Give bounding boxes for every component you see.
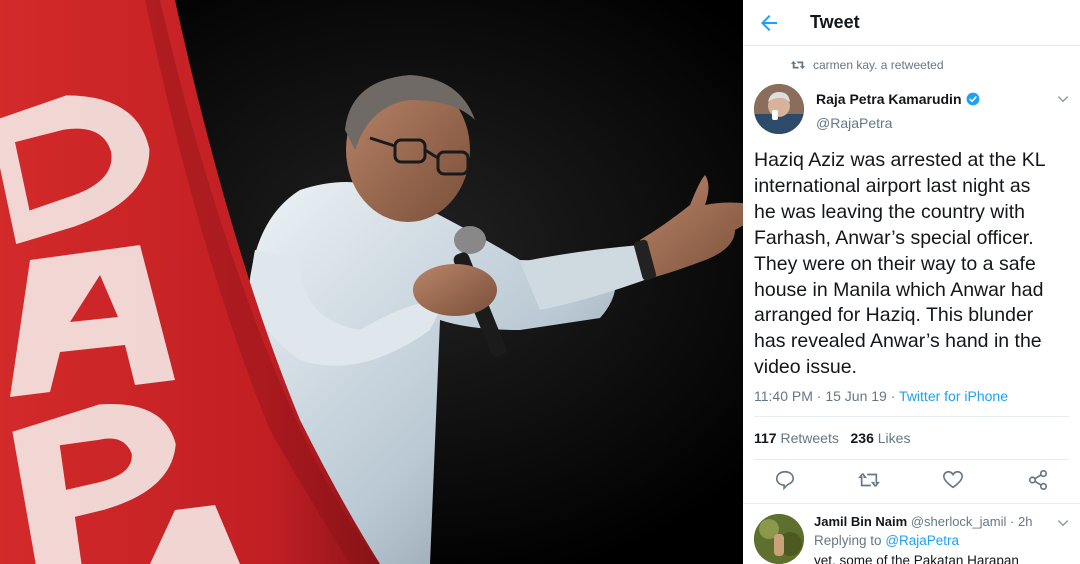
reply-tweet[interactable]: Jamil Bin Naim @sherlock_jamil · 2h Repl… — [743, 503, 1080, 564]
author-handle[interactable]: @RajaPetra — [816, 115, 892, 131]
reply-avatar-image — [754, 514, 804, 564]
page-title: Tweet — [810, 12, 860, 32]
like-icon[interactable] — [942, 469, 964, 491]
retweet-notice-text: carmen kay. a retweeted — [813, 58, 944, 72]
reply-text: yet, some of the Pakatan Harapan — [814, 553, 1019, 564]
tweet-stats: 117 Retweets 236 Likes — [754, 430, 910, 446]
retweets-label: Retweets — [780, 430, 839, 446]
replying-to-mention[interactable]: @RajaPetra — [885, 533, 959, 548]
author-name[interactable]: Raja Petra Kamarudin — [816, 91, 980, 107]
reply-author-handle[interactable]: @sherlock_jamil — [911, 514, 1007, 529]
retweet-icon — [791, 60, 805, 70]
meta-separator: · — [1010, 514, 1015, 529]
tweet-actions — [743, 469, 1080, 493]
retweet-notice: carmen kay. a retweeted — [791, 58, 944, 72]
tweet-meta: 11:40 PM · 15 Jun 19 · Twitter for iPhon… — [754, 388, 1008, 404]
reply-header: Jamil Bin Naim @sherlock_jamil · 2h — [814, 514, 1032, 529]
tweet-panel: Tweet carmen kay. a retweeted Raja Petra… — [743, 0, 1080, 564]
tweet-time: 11:40 PM — [754, 388, 813, 404]
retweets-count: 117 — [754, 430, 777, 446]
top-bar: Tweet — [743, 0, 1080, 46]
tweet-date: 15 Jun 19 — [825, 388, 887, 404]
likes-count: 236 — [850, 430, 874, 446]
meta-separator: · — [890, 388, 896, 404]
likes-label: Likes — [877, 430, 911, 446]
meta-separator: · — [816, 388, 822, 404]
retweets-stat[interactable]: 117 Retweets — [754, 430, 839, 446]
avatar-image — [754, 84, 804, 134]
reply-author-name[interactable]: Jamil Bin Naim — [814, 514, 907, 529]
tweet-text: Haziq Aziz was arrested at the KL intern… — [754, 149, 1046, 379]
news-photo — [0, 0, 745, 564]
arrow-left-icon[interactable] — [757, 11, 781, 35]
verified-badge-icon — [966, 92, 979, 106]
share-icon[interactable] — [1027, 469, 1049, 491]
divider — [754, 416, 1069, 417]
reply-age: 2h — [1017, 514, 1033, 529]
divider — [754, 459, 1069, 460]
replying-to-label: Replying to — [814, 533, 882, 548]
reply-icon[interactable] — [774, 469, 796, 491]
chevron-down-icon[interactable] — [1056, 516, 1070, 530]
replying-to: Replying to @RajaPetra — [814, 533, 959, 548]
tweet-source-link[interactable]: Twitter for iPhone — [899, 388, 1008, 404]
author-name-text: Raja Petra Kamarudin — [816, 91, 962, 107]
avatar[interactable] — [754, 84, 804, 134]
reply-avatar[interactable] — [754, 514, 804, 564]
likes-stat[interactable]: 236 Likes — [851, 430, 911, 446]
retweet-icon[interactable] — [858, 469, 880, 491]
chevron-down-icon[interactable] — [1056, 92, 1070, 106]
speaker-illustration — [0, 0, 745, 564]
